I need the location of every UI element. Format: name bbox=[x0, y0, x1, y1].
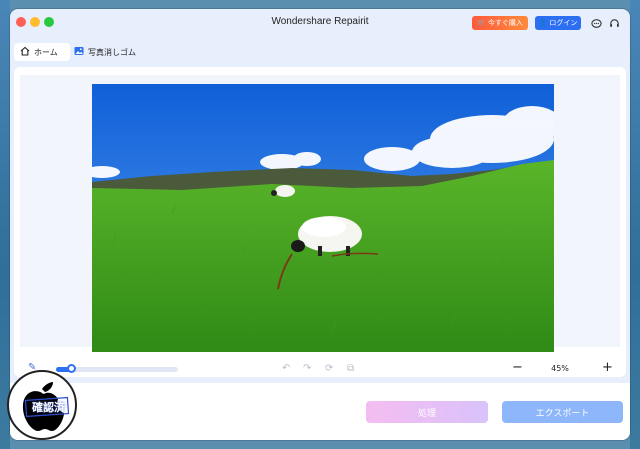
reset-icon[interactable]: ⟳ bbox=[325, 363, 333, 374]
stamp-text: 確認済 bbox=[32, 401, 65, 414]
export-button[interactable]: エクスポート bbox=[502, 401, 623, 423]
image-icon bbox=[74, 46, 84, 59]
login-label: ログイン bbox=[549, 19, 578, 27]
chat-icon[interactable] bbox=[590, 17, 602, 29]
undo-icon[interactable]: ↶ bbox=[282, 363, 290, 374]
zoom-level-field[interactable]: 45% bbox=[532, 360, 588, 376]
headset-icon[interactable] bbox=[608, 17, 620, 29]
editor-canvas-area bbox=[14, 67, 626, 377]
user-icon: 👤 bbox=[538, 19, 548, 27]
process-button[interactable]: 処理 bbox=[366, 401, 488, 423]
redo-icon[interactable]: ↷ bbox=[303, 363, 311, 374]
tab-home[interactable]: ホーム bbox=[14, 43, 70, 61]
zoom-in-button[interactable]: + bbox=[602, 360, 613, 375]
photo-preview[interactable] bbox=[92, 84, 554, 352]
action-footer: 処理 エクスポート bbox=[10, 383, 630, 440]
editor-toolbar: ✎ ↶ ↷ ⟳ ⧉ − 45% + bbox=[10, 359, 630, 379]
desktop-background-right bbox=[630, 0, 640, 449]
landscape-photo bbox=[92, 84, 554, 352]
cart-icon: 🛒 bbox=[477, 19, 486, 27]
login-button[interactable]: 👤 ログイン bbox=[535, 16, 581, 30]
tab-photo-eraser-label: 写真消しゴム bbox=[88, 47, 136, 57]
app-window: Wondershare Repairit 🛒 今すぐ購入 👤 ログイン ホーム bbox=[10, 9, 630, 440]
compare-icon[interactable]: ⧉ bbox=[347, 363, 354, 374]
tab-home-label: ホーム bbox=[34, 47, 58, 57]
buy-now-button[interactable]: 🛒 今すぐ購入 bbox=[472, 16, 528, 30]
tab-photo-eraser[interactable]: 写真消しゴム bbox=[68, 43, 150, 61]
tab-bar: ホーム 写真消しゴム bbox=[10, 43, 630, 63]
verified-stamp: 確認済 bbox=[6, 369, 78, 441]
home-icon bbox=[20, 46, 30, 59]
buy-now-label: 今すぐ購入 bbox=[487, 19, 523, 27]
zoom-out-button[interactable]: − bbox=[512, 360, 523, 375]
title-bar: Wondershare Repairit 🛒 今すぐ購入 👤 ログイン bbox=[10, 9, 630, 37]
